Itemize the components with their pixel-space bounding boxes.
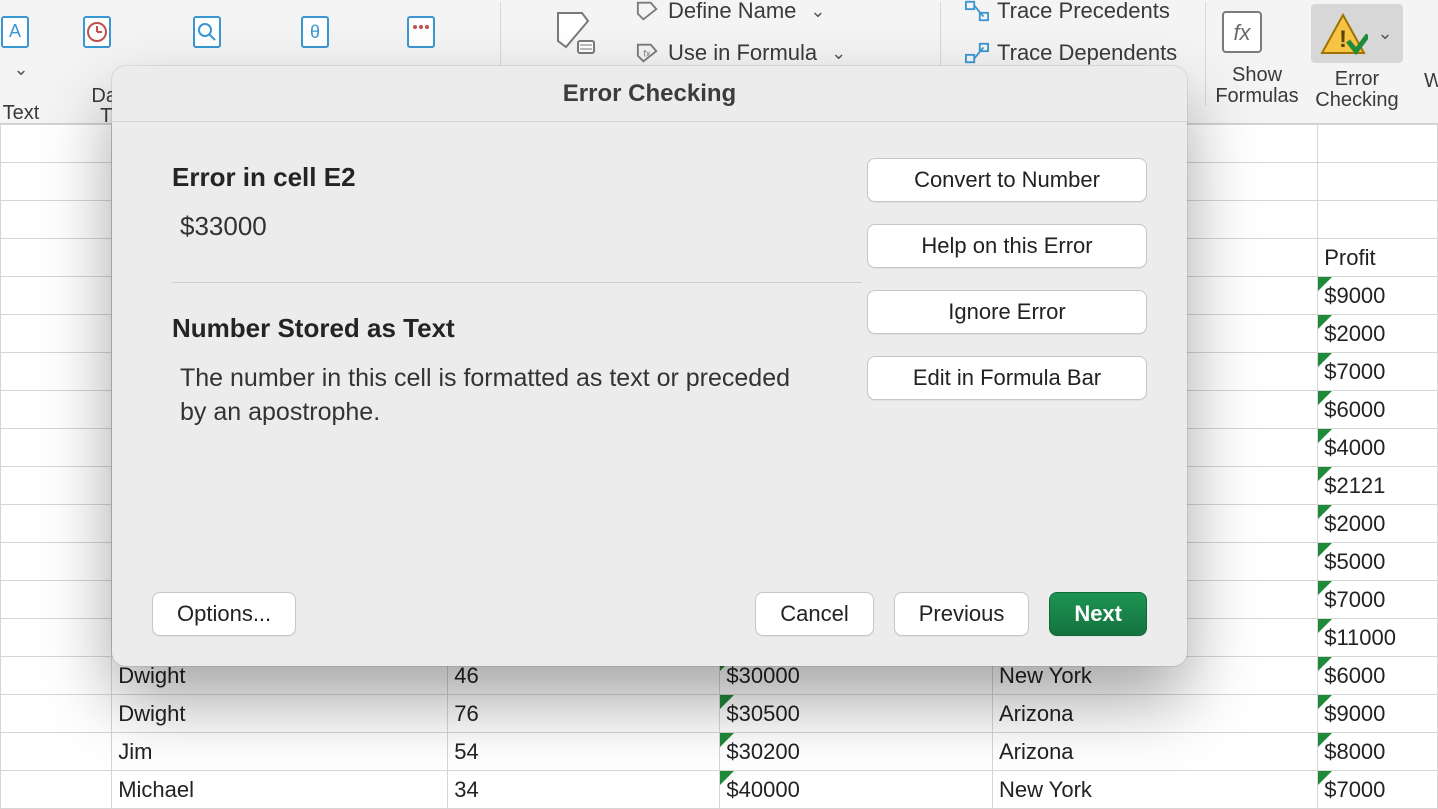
table-row[interactable]: Dwight 76 $30500 Arizona $9000 [1,695,1438,733]
chevron-down-icon[interactable]: ⌄ [804,1,831,22]
table-cell[interactable]: Jim [112,733,448,771]
trace-dependents-button[interactable]: Trace Dependents [965,40,1177,66]
table-cell[interactable]: $40000 [720,771,993,809]
convert-to-number-button[interactable]: Convert to Number [867,158,1147,202]
chevron-down-icon[interactable]: ⌄ [1371,23,1398,44]
ignore-error-button[interactable]: Ignore Error [867,290,1147,334]
table-cell[interactable]: $30200 [720,733,993,771]
trace-precedents-label: Trace Precedents [997,0,1170,24]
table-cell[interactable]: $5000 [1318,543,1438,581]
svg-text:fx: fx [643,49,651,59]
table-cell[interactable]: $2121 [1318,467,1438,505]
table-cell[interactable]: $30500 [720,695,993,733]
text-functions-label: Text [0,102,56,125]
math-trig-button[interactable]: θ [290,4,340,59]
table-cell[interactable]: $2000 [1318,315,1438,353]
use-in-formula-label: Use in Formula [668,40,817,66]
define-name-icon [636,0,660,23]
table-cell[interactable]: $9000 [1318,695,1438,733]
chevron-down-icon[interactable]: ⌄ [825,43,852,64]
error-checking-button[interactable]: ! [1315,6,1371,61]
svg-text:!: ! [1339,26,1347,53]
table-cell[interactable]: 54 [448,733,720,771]
show-formulas-label: Show Formulas [1212,65,1302,107]
cancel-button[interactable]: Cancel [755,592,873,636]
text-functions-button[interactable]: A [0,4,40,59]
table-cell[interactable]: Michael [112,771,448,809]
table-cell[interactable]: New York [992,771,1317,809]
watch-window-partial: W [1424,70,1438,93]
use-in-formula-button[interactable]: fx Use in Formula ⌄ [636,40,852,66]
error-checking-label: Error Checking [1308,69,1406,111]
next-button[interactable]: Next [1049,592,1147,636]
table-cell[interactable]: $8000 [1318,733,1438,771]
table-cell[interactable]: Dwight [112,695,448,733]
svg-text:A: A [9,21,21,41]
table-row[interactable]: Michael 34 $40000 New York $7000 [1,771,1438,809]
trace-precedents-button[interactable]: Trace Precedents [965,0,1170,24]
table-cell[interactable]: $11000 [1318,619,1438,657]
more-functions-button[interactable] [396,4,446,59]
use-in-formula-icon: fx [636,41,660,65]
dialog-title: Error Checking [563,80,736,108]
lookup-reference-button[interactable] [182,4,232,59]
table-cell[interactable]: Arizona [992,733,1317,771]
previous-button[interactable]: Previous [894,592,1030,636]
edit-in-formula-bar-button[interactable]: Edit in Formula Bar [867,356,1147,400]
table-cell[interactable]: $4000 [1318,429,1438,467]
table-cell[interactable]: $7000 [1318,771,1438,809]
date-time-button[interactable] [72,4,122,59]
dialog-titlebar: Error Checking [112,66,1187,122]
table-cell[interactable]: $7000 [1318,353,1438,391]
table-cell[interactable]: $6000 [1318,657,1438,695]
table-cell[interactable]: $6000 [1318,391,1438,429]
table-cell[interactable]: $7000 [1318,581,1438,619]
table-cell[interactable]: $9000 [1318,277,1438,315]
error-description: The number in this cell is formatted as … [180,362,800,430]
table-cell[interactable]: Arizona [992,695,1317,733]
svg-text:fx: fx [1233,20,1251,45]
chevron-down-icon[interactable]: ⌄ [7,59,34,80]
svg-text:θ: θ [310,22,320,42]
define-name-label: Define Name [668,0,796,24]
show-formulas-button[interactable]: fx [1212,4,1272,59]
options-button[interactable]: Options... [152,592,296,636]
trace-dependents-icon [965,41,989,65]
help-on-error-button[interactable]: Help on this Error [867,224,1147,268]
error-checking-dialog: Error Checking Error in cell E2 $33000 N… [112,66,1187,666]
table-cell[interactable]: 76 [448,695,720,733]
name-manager-button[interactable] [550,4,600,59]
define-name-button[interactable]: Define Name ⌄ [636,0,831,24]
divider [172,282,862,283]
trace-dependents-label: Trace Dependents [997,40,1177,66]
table-cell[interactable]: $2000 [1318,505,1438,543]
trace-precedents-icon [965,0,989,23]
profit-header-cell[interactable]: Profit [1318,239,1438,277]
table-row[interactable]: Jim 54 $30200 Arizona $8000 [1,733,1438,771]
table-cell[interactable]: 34 [448,771,720,809]
